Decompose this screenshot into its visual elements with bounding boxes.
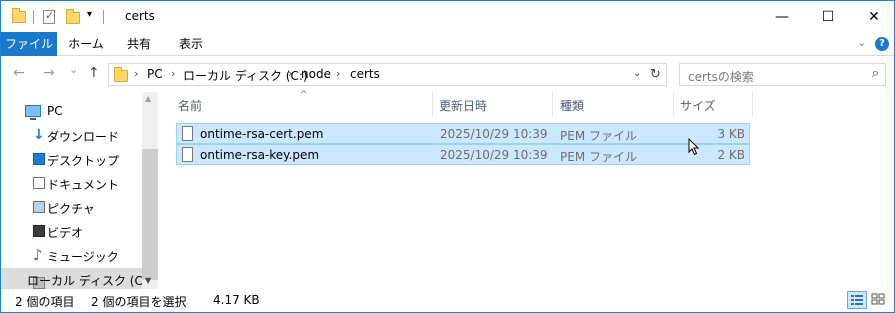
- breadcrumb-node[interactable]: node: [301, 67, 331, 81]
- quick-access-toolbar: [12, 8, 26, 23]
- forward-button[interactable]: →: [43, 65, 55, 81]
- status-selection-size: 4.17 KB: [213, 293, 260, 307]
- tab-home[interactable]: ホーム: [63, 32, 109, 56]
- nav-item-desktop[interactable]: デスクトップ: [1, 148, 143, 171]
- column-divider[interactable]: [673, 92, 674, 117]
- column-label: 種類: [560, 99, 585, 113]
- toolbar-divider: [33, 10, 34, 24]
- status-selection: 2 個の項目を選択: [91, 295, 187, 309]
- pictures-icon: [33, 201, 45, 213]
- minimize-icon: —: [775, 8, 789, 25]
- help-icon[interactable]: ?: [875, 37, 889, 51]
- up-button[interactable]: ↑: [88, 65, 100, 81]
- tab-file[interactable]: ファイル: [1, 32, 57, 56]
- pc-icon: [25, 105, 41, 120]
- recent-locations-button[interactable]: ⌄: [69, 63, 78, 76]
- status-bar: 2 個の項目 2 個の項目を選択 4.17 KB: [1, 289, 894, 312]
- file-list: ^ 名前 更新日時 種類 サイズ ontime-rsa-cert.pem 202…: [158, 90, 894, 289]
- nav-item-downloads[interactable]: ↓ ダウンロード: [1, 124, 143, 147]
- search-input[interactable]: certsの検索: [688, 68, 754, 85]
- breadcrumb-pc[interactable]: PC: [147, 67, 163, 81]
- nav-item-label: ドキュメント: [47, 178, 120, 192]
- column-divider[interactable]: [432, 92, 433, 117]
- file-size: 3 KB: [717, 127, 745, 141]
- toolbar-divider: [103, 10, 104, 24]
- address-bar[interactable]: › PC › ローカル ディスク (C:) › node › certs ⌄: [108, 63, 667, 86]
- close-button[interactable]: ✕: [851, 1, 895, 32]
- mouse-cursor-icon: [688, 138, 700, 156]
- column-label: 更新日時: [439, 99, 488, 113]
- breadcrumb-separator[interactable]: ›: [288, 67, 292, 80]
- scroll-down-icon[interactable]: ▼: [145, 276, 151, 285]
- nav-item-label: ビデオ: [47, 226, 84, 240]
- nav-item-label: ダウンロード: [47, 130, 120, 144]
- details-view-icon: [851, 295, 863, 305]
- close-icon: ✕: [868, 8, 880, 25]
- tab-view[interactable]: 表示: [169, 32, 213, 56]
- explorer-window: ▾ certs — ☐ ✕ ファイル ホーム 共有 表示 ⌄ ? ← → ⌄ ↑…: [0, 0, 895, 313]
- table-row[interactable]: ontime-rsa-cert.pem 2025/10/29 10:39 PEM…: [176, 123, 750, 144]
- column-header-modified[interactable]: 更新日時: [439, 92, 549, 116]
- nav-item-music[interactable]: ♪ ミュージック: [1, 244, 143, 267]
- tab-share[interactable]: 共有: [117, 32, 161, 56]
- folder-icon: [114, 67, 128, 82]
- search-box[interactable]: certsの検索 ⌕: [679, 63, 886, 86]
- maximize-button[interactable]: ☐: [805, 1, 851, 32]
- nav-item-label: PC: [47, 104, 63, 118]
- nav-item-label: ピクチャ: [47, 202, 95, 216]
- back-button[interactable]: ←: [13, 65, 25, 81]
- file-size: 2 KB: [717, 148, 745, 162]
- nav-item-label: デスクトップ: [47, 154, 120, 168]
- video-icon: [33, 225, 45, 237]
- music-icon: ♪: [33, 246, 43, 264]
- search-icon: ⌕: [871, 66, 879, 81]
- ribbon-tabs: ファイル ホーム 共有 表示 ⌄ ?: [1, 32, 894, 56]
- large-icons-view-button[interactable]: [869, 291, 889, 309]
- nav-item-label: ローカル ディスク (C: [27, 274, 143, 288]
- ribbon-expand-icon[interactable]: ⌄: [857, 36, 866, 49]
- column-divider[interactable]: [752, 92, 753, 117]
- refresh-button[interactable]: ↻: [645, 63, 667, 86]
- nav-scrollbar[interactable]: ▲ ▼: [142, 92, 158, 289]
- table-row[interactable]: ontime-rsa-key.pem 2025/10/29 10:39 PEM …: [176, 144, 750, 165]
- address-row: ← → ⌄ ↑ › PC › ローカル ディスク (C:) › node › c…: [1, 56, 894, 92]
- minimize-button[interactable]: —: [759, 1, 805, 32]
- nav-item-documents[interactable]: ドキュメント: [1, 172, 143, 195]
- breadcrumb-certs[interactable]: certs: [350, 67, 380, 81]
- window-title: certs: [125, 9, 155, 23]
- title-bar: ▾ certs — ☐ ✕: [1, 1, 894, 32]
- scroll-thumb[interactable]: [142, 149, 158, 280]
- document-icon: [33, 177, 45, 189]
- status-item-count: 2 個の項目: [15, 295, 75, 309]
- column-divider[interactable]: [552, 92, 553, 117]
- breadcrumb-separator[interactable]: ›: [336, 67, 340, 80]
- large-icons-view-icon: [871, 293, 885, 305]
- column-header-size[interactable]: サイズ: [680, 92, 750, 116]
- nav-item-local-disk[interactable]: ローカル ディスク (C: [1, 268, 143, 291]
- address-dropdown-icon[interactable]: ⌄: [633, 68, 641, 79]
- nav-item-pictures[interactable]: ピクチャ: [1, 196, 143, 219]
- breadcrumb-separator[interactable]: ›: [134, 67, 138, 80]
- new-folder-icon[interactable]: [66, 9, 80, 24]
- breadcrumb-separator[interactable]: ›: [171, 67, 175, 80]
- details-view-button[interactable]: [847, 291, 867, 309]
- download-icon: ↓: [33, 127, 45, 143]
- desktop-icon: [33, 153, 45, 165]
- nav-item-videos[interactable]: ビデオ: [1, 220, 143, 243]
- scroll-up-icon[interactable]: ▲: [145, 94, 151, 103]
- customize-toolbar-icon[interactable]: ▾: [87, 9, 92, 20]
- folder-icon: [12, 8, 26, 23]
- column-label: サイズ: [680, 99, 716, 113]
- properties-icon[interactable]: [43, 9, 55, 24]
- column-label: 名前: [178, 99, 203, 113]
- nav-item-label: ミュージック: [47, 250, 119, 264]
- maximize-icon: ☐: [821, 8, 835, 25]
- column-header-name[interactable]: 名前: [178, 92, 428, 116]
- navigation-pane: PC ↓ ダウンロード デスクトップ ドキュメント ピクチャ ビデオ ♪ ミュー…: [1, 92, 158, 291]
- column-header-type[interactable]: 種類: [560, 92, 670, 116]
